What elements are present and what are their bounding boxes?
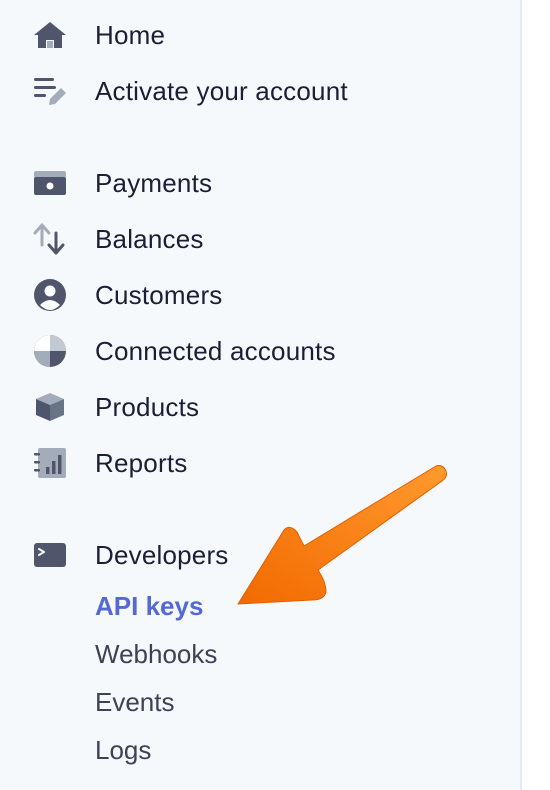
- sidebar-item-payments[interactable]: Payments: [0, 159, 520, 207]
- products-icon: [32, 389, 68, 425]
- sidebar-subitem-api-keys[interactable]: API keys: [95, 586, 203, 626]
- sidebar-item-label: Products: [95, 391, 200, 422]
- connected-accounts-icon: [32, 333, 68, 369]
- sidebar-item-developers[interactable]: Developers: [0, 531, 520, 579]
- sidebar-subitem-webhooks[interactable]: Webhooks: [95, 634, 217, 674]
- sidebar-item-activate-account[interactable]: Activate your account: [0, 67, 520, 115]
- sidebar-item-home[interactable]: Home: [0, 11, 520, 59]
- sidebar-item-label: Developers: [95, 539, 229, 570]
- sidebar-item-connected-accounts[interactable]: Connected accounts: [0, 327, 520, 375]
- customers-icon: [32, 277, 68, 313]
- sidebar-item-customers[interactable]: Customers: [0, 271, 520, 319]
- sidebar-item-balances[interactable]: Balances: [0, 215, 520, 263]
- sidebar-item-label: Reports: [95, 447, 188, 478]
- home-icon: [32, 17, 68, 53]
- content-pane-edge: [522, 0, 550, 790]
- payments-icon: [32, 165, 68, 201]
- balances-icon: [32, 221, 68, 257]
- sidebar-item-label: Home: [95, 19, 166, 50]
- activate-icon: [32, 73, 68, 109]
- sidebar-item-label: Activate your account: [95, 75, 348, 106]
- sidebar-item-label: Payments: [95, 167, 213, 198]
- reports-icon: [32, 445, 68, 481]
- sidebar: Home Activate your account Payments Bala…: [0, 0, 520, 790]
- sidebar-item-label: Balances: [95, 223, 204, 254]
- sidebar-item-label: Connected accounts: [95, 335, 336, 366]
- terminal-icon: [32, 537, 68, 573]
- sidebar-subitem-logs[interactable]: Logs: [95, 730, 151, 770]
- sidebar-subitem-events[interactable]: Events: [95, 682, 175, 722]
- sidebar-item-products[interactable]: Products: [0, 383, 520, 431]
- sidebar-item-label: Customers: [95, 279, 223, 310]
- sidebar-item-reports[interactable]: Reports: [0, 439, 520, 487]
